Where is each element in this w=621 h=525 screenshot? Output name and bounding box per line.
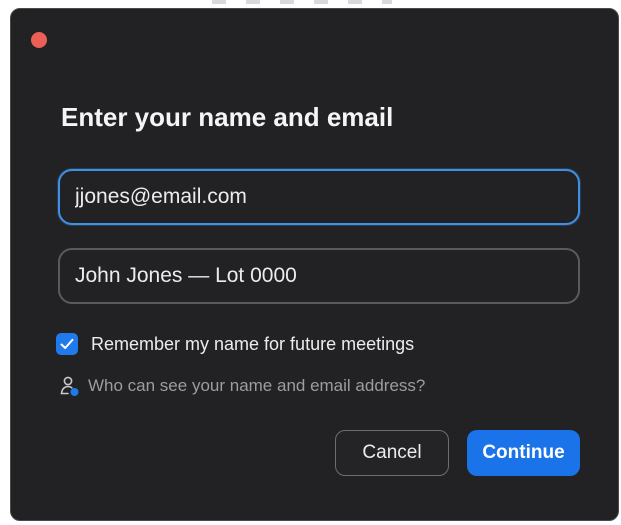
cancel-button[interactable]: Cancel — [335, 430, 449, 476]
privacy-info-link[interactable]: Who can see your name and email address? — [60, 374, 425, 398]
dialog-title: Enter your name and email — [61, 102, 394, 132]
remember-name-label[interactable]: Remember my name for future meetings — [91, 334, 414, 355]
continue-button[interactable]: Continue — [467, 430, 580, 476]
name-email-dialog: Enter your name and email Remember my na… — [10, 8, 619, 521]
person-info-icon — [60, 376, 79, 396]
privacy-info-label[interactable]: Who can see your name and email address? — [88, 376, 425, 396]
remember-name-checkbox[interactable] — [56, 333, 78, 355]
background-strip — [0, 0, 621, 8]
name-field[interactable] — [58, 248, 580, 304]
checkmark-icon — [60, 338, 74, 349]
background-window-remnant — [212, 0, 392, 4]
close-window-button[interactable] — [31, 32, 47, 48]
email-field[interactable] — [58, 169, 580, 225]
remember-name-row[interactable]: Remember my name for future meetings — [56, 332, 414, 356]
